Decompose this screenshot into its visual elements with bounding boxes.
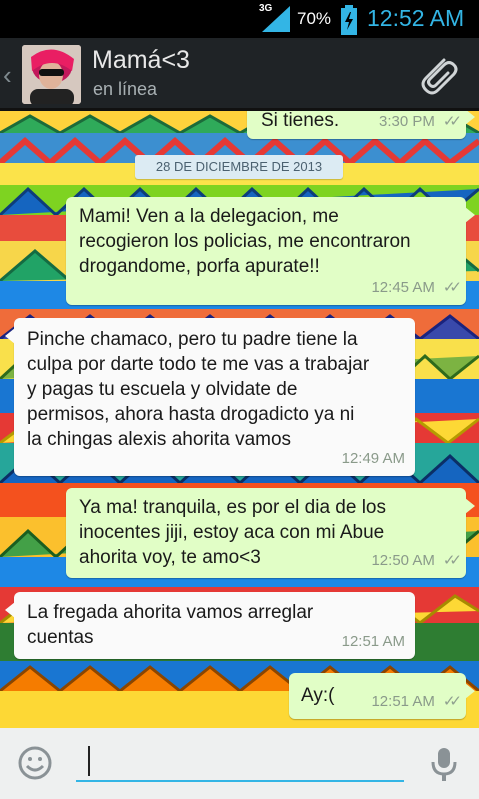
message-time: 12:50 AM <box>371 552 435 569</box>
composer-bar <box>0 728 479 799</box>
message-text: Mami! Ven a la delegacion, me recogieron… <box>79 206 411 277</box>
status-bar: 3G 70% 12:52 AM <box>0 0 479 38</box>
contact-name[interactable]: Mamá<3 <box>92 46 190 75</box>
back-icon[interactable]: ‹ <box>3 60 12 91</box>
read-checkmarks-icon: ✓✓ <box>442 693 462 710</box>
emoji-icon[interactable] <box>17 745 53 781</box>
read-checkmarks-icon: ✓✓ <box>442 552 462 569</box>
date-separator: 28 DE DICIEMBRE DE 2013 <box>135 155 343 179</box>
message-outgoing[interactable]: Ya ma! tranquila, es por el dia de los i… <box>66 488 475 578</box>
message-input-field[interactable] <box>76 742 404 782</box>
microphone-icon[interactable] <box>430 746 458 782</box>
chat-header: ‹ Mamá<3 en línea <box>0 38 479 111</box>
message-list[interactable]: Si tienes. 3:30 PM ✓✓ 28 DE DICIEMBRE DE … <box>0 111 479 728</box>
message-incoming[interactable]: La fregada ahorita vamos arreglar cuenta… <box>5 592 415 659</box>
message-time: 3:30 PM <box>378 113 435 130</box>
message-time: 12:51 AM <box>371 693 435 710</box>
message-meta: 12:49 AM <box>342 446 405 471</box>
read-checkmarks-icon: ✓✓ <box>442 113 462 130</box>
message-outgoing[interactable]: Si tienes. 3:30 PM ✓✓ <box>247 111 475 139</box>
signal-icon <box>262 6 290 32</box>
status-clock: 12:52 AM <box>367 5 465 31</box>
message-meta: 12:51 AM ✓✓ <box>371 689 462 714</box>
battery-percent: 70% <box>297 9 332 28</box>
avatar-image <box>22 45 81 104</box>
avatar[interactable] <box>22 45 81 104</box>
message-outgoing[interactable]: Ay:( 12:51 AM ✓✓ <box>289 673 475 719</box>
message-meta: 12:51 AM <box>342 629 405 654</box>
attach-paperclip-icon[interactable] <box>414 52 460 98</box>
message-input[interactable] <box>76 742 404 780</box>
message-meta: 12:50 AM ✓✓ <box>371 548 462 573</box>
message-text: Pinche chamaco, pero tu padre tiene la c… <box>27 329 370 450</box>
message-meta: 12:45 AM ✓✓ <box>371 275 462 300</box>
message-time: 12:49 AM <box>341 450 405 467</box>
text-cursor <box>88 746 90 776</box>
message-incoming[interactable]: Pinche chamaco, pero tu padre tiene la c… <box>5 318 415 476</box>
message-time: 12:51 AM <box>341 633 405 650</box>
battery-charging-icon <box>341 5 357 35</box>
message-outgoing[interactable]: Mami! Ven a la delegacion, me recogieron… <box>66 197 475 305</box>
contact-status: en línea <box>93 79 158 99</box>
message-time: 12:45 AM <box>371 279 435 296</box>
message-meta: 3:30 PM ✓✓ <box>378 111 462 134</box>
read-checkmarks-icon: ✓✓ <box>442 279 462 296</box>
